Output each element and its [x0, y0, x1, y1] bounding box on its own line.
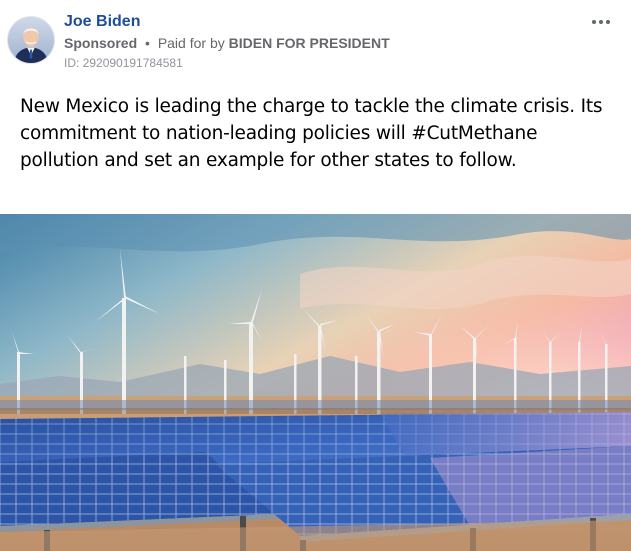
paid-for-prefix: Paid for by [157, 35, 225, 51]
sponsored-post: Joe Biden Sponsored • Paid for by BIDEN … [0, 0, 631, 551]
sponsored-line: Sponsored • Paid for by BIDEN FOR PRESID… [64, 35, 390, 51]
solar-wind-illustration [0, 214, 631, 551]
sponsored-label[interactable]: Sponsored [64, 35, 137, 51]
separator-dot: • [145, 35, 150, 51]
avatar[interactable] [7, 16, 55, 64]
profile-photo [8, 17, 54, 63]
more-horizontal-icon [592, 20, 596, 24]
post-image[interactable] [0, 214, 631, 551]
ad-id: ID: 292090191784581 [64, 56, 183, 70]
post-header: Joe Biden Sponsored • Paid for by BIDEN … [0, 0, 631, 84]
more-options-button[interactable] [588, 12, 614, 32]
author-name[interactable]: Joe Biden [64, 13, 140, 31]
post-body-text: New Mexico is leading the charge to tack… [20, 96, 603, 171]
payer-name: BIDEN FOR PRESIDENT [228, 35, 390, 51]
